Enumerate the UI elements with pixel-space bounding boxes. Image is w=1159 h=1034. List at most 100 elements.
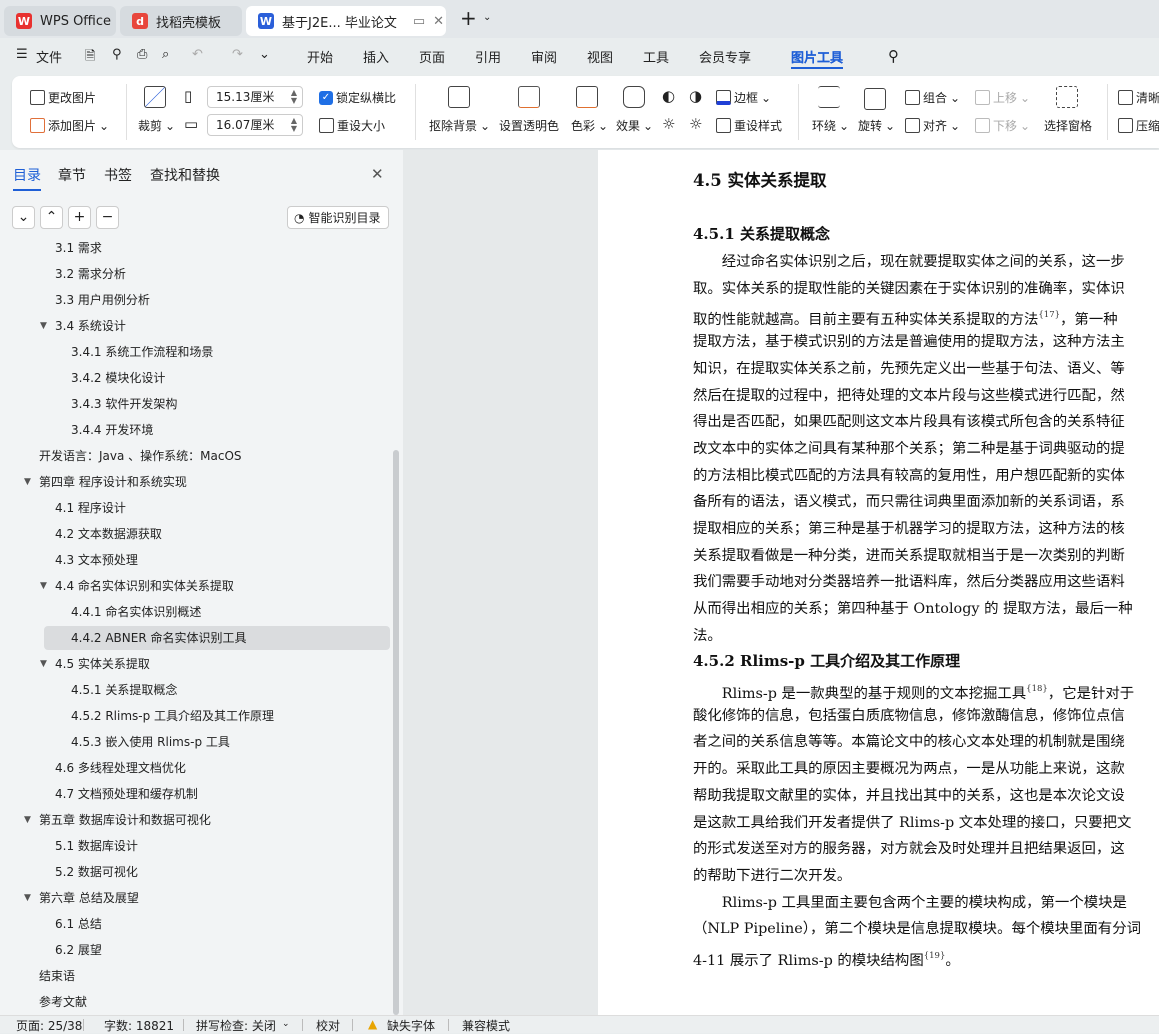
align-button[interactable]: 对齐 ⌄ [905, 117, 960, 134]
add-picture-button[interactable]: 添加图片 ⌄ [30, 117, 109, 134]
chevron-down-icon[interactable]: ⌄ [259, 47, 270, 62]
toc-item[interactable]: 5.1 数据库设计 [10, 834, 390, 858]
width-input[interactable]: 15.13厘米 ▲ ▼ [207, 86, 303, 108]
hamburger-icon[interactable]: ☰ [16, 47, 28, 62]
toc-item[interactable]: 参考文献 [10, 990, 390, 1014]
toc-item[interactable]: 4.5.1 关系提取概念 [10, 678, 390, 702]
tab-bookmarks[interactable]: 书签 [104, 165, 132, 185]
color-icon[interactable] [576, 86, 598, 108]
undo-icon[interactable]: ↶ [192, 47, 203, 62]
contrast-down-icon[interactable]: ◑ [689, 87, 702, 105]
toc-item[interactable]: 3.3 用户用例分析 [10, 288, 390, 312]
expand-arrow-icon[interactable]: ▼ [40, 574, 47, 598]
clarity-button[interactable]: 清晰 [1118, 89, 1159, 106]
remove-background-button[interactable]: 抠除背景 ⌄ [429, 117, 490, 134]
set-transparent-button[interactable]: 设置透明色 [499, 117, 559, 134]
document-page[interactable]: 4.5 实体关系提取 4.5.1 关系提取概念 经过命名实体识别之后，现在就要提… [598, 150, 1159, 1015]
close-icon[interactable]: ✕ [433, 14, 444, 29]
menu-review[interactable]: 审阅 [531, 47, 557, 66]
selection-pane-icon[interactable] [1056, 86, 1078, 108]
toc-item[interactable]: 4.5.2 Rlims-p 工具介绍及其工作原理 [10, 704, 390, 728]
height-input[interactable]: 16.07厘米 ▲ ▼ [207, 114, 303, 136]
missing-font-button[interactable]: 缺失字体 [387, 1017, 435, 1034]
menu-member[interactable]: 会员专享 [699, 47, 751, 66]
tab-docer[interactable]: d 找稻壳模板 [120, 6, 242, 36]
expand-button[interactable]: ⌃ [40, 206, 63, 229]
toc-item[interactable]: 结束语 [10, 964, 390, 988]
toc-item[interactable]: 开发语言：Java 、操作系统：MacOS [10, 444, 390, 468]
add-heading-button[interactable]: + [68, 206, 91, 229]
expand-arrow-icon[interactable]: ▼ [40, 652, 47, 676]
toc-item[interactable]: ▼ 3.4 系统设计 [10, 314, 390, 338]
contrast-up-icon[interactable]: ◐ [662, 87, 675, 105]
page-count[interactable]: 页面: 25/38 [16, 1017, 82, 1034]
lock-ratio-checkbox[interactable]: ✓ 锁定纵横比 [319, 89, 396, 106]
panel-scrollbar[interactable] [393, 450, 399, 1015]
redo-icon[interactable]: ↷ [232, 47, 243, 62]
expand-arrow-icon[interactable]: ▼ [24, 470, 31, 494]
menu-page[interactable]: 页面 [419, 47, 445, 66]
new-tab-plus-icon[interactable]: + [460, 6, 477, 30]
save-icon[interactable]: 🗎 [85, 47, 95, 69]
share-icon[interactable]: ⚲ [112, 47, 122, 62]
collapse-button[interactable]: ⌄ [12, 206, 35, 229]
menu-references[interactable]: 引用 [475, 47, 501, 66]
close-icon[interactable]: ✕ [371, 165, 384, 183]
brightness-up-icon[interactable]: ☼ [662, 115, 675, 133]
toc-item[interactable]: 5.2 数据可视化 [10, 860, 390, 884]
rotate-button[interactable]: 旋转 ⌄ [858, 117, 895, 134]
border-button[interactable]: 边框 ⌄ [716, 89, 771, 106]
menu-home[interactable]: 开始 [307, 47, 333, 66]
proofread-button[interactable]: 校对 [316, 1017, 340, 1034]
toc-item[interactable]: 4.3 文本预处理 [10, 548, 390, 572]
monitor-icon[interactable]: ▭ [413, 14, 425, 29]
tab-sections[interactable]: 章节 [58, 165, 86, 185]
crop-button[interactable]: 裁剪 ⌄ [138, 117, 175, 134]
compress-button[interactable]: 压缩 [1118, 117, 1159, 134]
word-count[interactable]: 字数: 18821 [104, 1017, 174, 1034]
toc-item[interactable]: 4.6 多线程处理文档优化 [10, 756, 390, 780]
toc-item[interactable]: 6.1 总结 [10, 912, 390, 936]
toc-item[interactable]: 4.4.2 ABNER 命名实体识别工具 [44, 626, 390, 650]
brightness-down-icon[interactable]: ☼ [689, 115, 702, 133]
spinner-arrows-icon[interactable]: ▲ ▼ [291, 117, 297, 133]
toc-item[interactable]: 3.1 需求 [10, 236, 390, 260]
menu-view[interactable]: 视图 [587, 47, 613, 66]
spell-check-toggle[interactable]: 拼写检查: 关闭 [196, 1017, 276, 1034]
set-transparent-icon[interactable] [518, 86, 540, 108]
expand-arrow-icon[interactable]: ▼ [24, 886, 31, 910]
effects-button[interactable]: 效果 ⌄ [616, 117, 653, 134]
toc-item[interactable]: 4.7 文档预处理和缓存机制 [10, 782, 390, 806]
tab-find-replace[interactable]: 查找和替换 [150, 165, 220, 185]
menu-tools[interactable]: 工具 [643, 47, 669, 66]
toc-item[interactable]: 4.4.1 命名实体识别概述 [10, 600, 390, 624]
menu-insert[interactable]: 插入 [363, 47, 389, 66]
tab-toc[interactable]: 目录 [13, 165, 41, 191]
toc-item[interactable]: 3.2 需求分析 [10, 262, 390, 286]
color-button[interactable]: 色彩 ⌄ [571, 117, 608, 134]
toc-item[interactable]: ▼ 4.4 命名实体识别和实体关系提取 [10, 574, 390, 598]
remove-background-icon[interactable] [448, 86, 470, 108]
move-down-button[interactable]: 下移 ⌄ [975, 117, 1030, 134]
group-button[interactable]: 组合 ⌄ [905, 89, 960, 106]
print-icon[interactable]: ⎙ [137, 47, 147, 62]
reset-size-button[interactable]: 重设大小 [319, 117, 385, 134]
toc-item[interactable]: 3.4.1 系统工作流程和场景 [10, 340, 390, 364]
spinner-arrows-icon[interactable]: ▲ ▼ [291, 89, 297, 105]
toc-item[interactable]: 3.4.4 开发环境 [10, 418, 390, 442]
chevron-down-icon[interactable]: ⌄ [282, 1019, 290, 1029]
expand-arrow-icon[interactable]: ▼ [24, 808, 31, 832]
toc-item[interactable]: ▼ 4.5 实体关系提取 [10, 652, 390, 676]
toc-item[interactable]: 4.5.3 嵌入使用 Rlims-p 工具 [10, 730, 390, 754]
wrap-button[interactable]: 环绕 ⌄ [812, 117, 849, 134]
toc-item[interactable]: 3.4.3 软件开发架构 [10, 392, 390, 416]
effects-cube-icon[interactable] [623, 86, 645, 108]
expand-arrow-icon[interactable]: ▼ [40, 314, 47, 338]
toc-item[interactable]: 3.4.2 模块化设计 [10, 366, 390, 390]
tab-wps-office[interactable]: W WPS Office [4, 6, 116, 36]
smart-toc-button[interactable]: ◔ 智能识别目录 [287, 206, 389, 229]
print-preview-icon[interactable]: ⌕ [162, 47, 169, 62]
toc-item[interactable]: 6.2 展望 [10, 938, 390, 962]
crop-icon[interactable] [144, 86, 166, 108]
remove-heading-button[interactable]: − [96, 206, 119, 229]
